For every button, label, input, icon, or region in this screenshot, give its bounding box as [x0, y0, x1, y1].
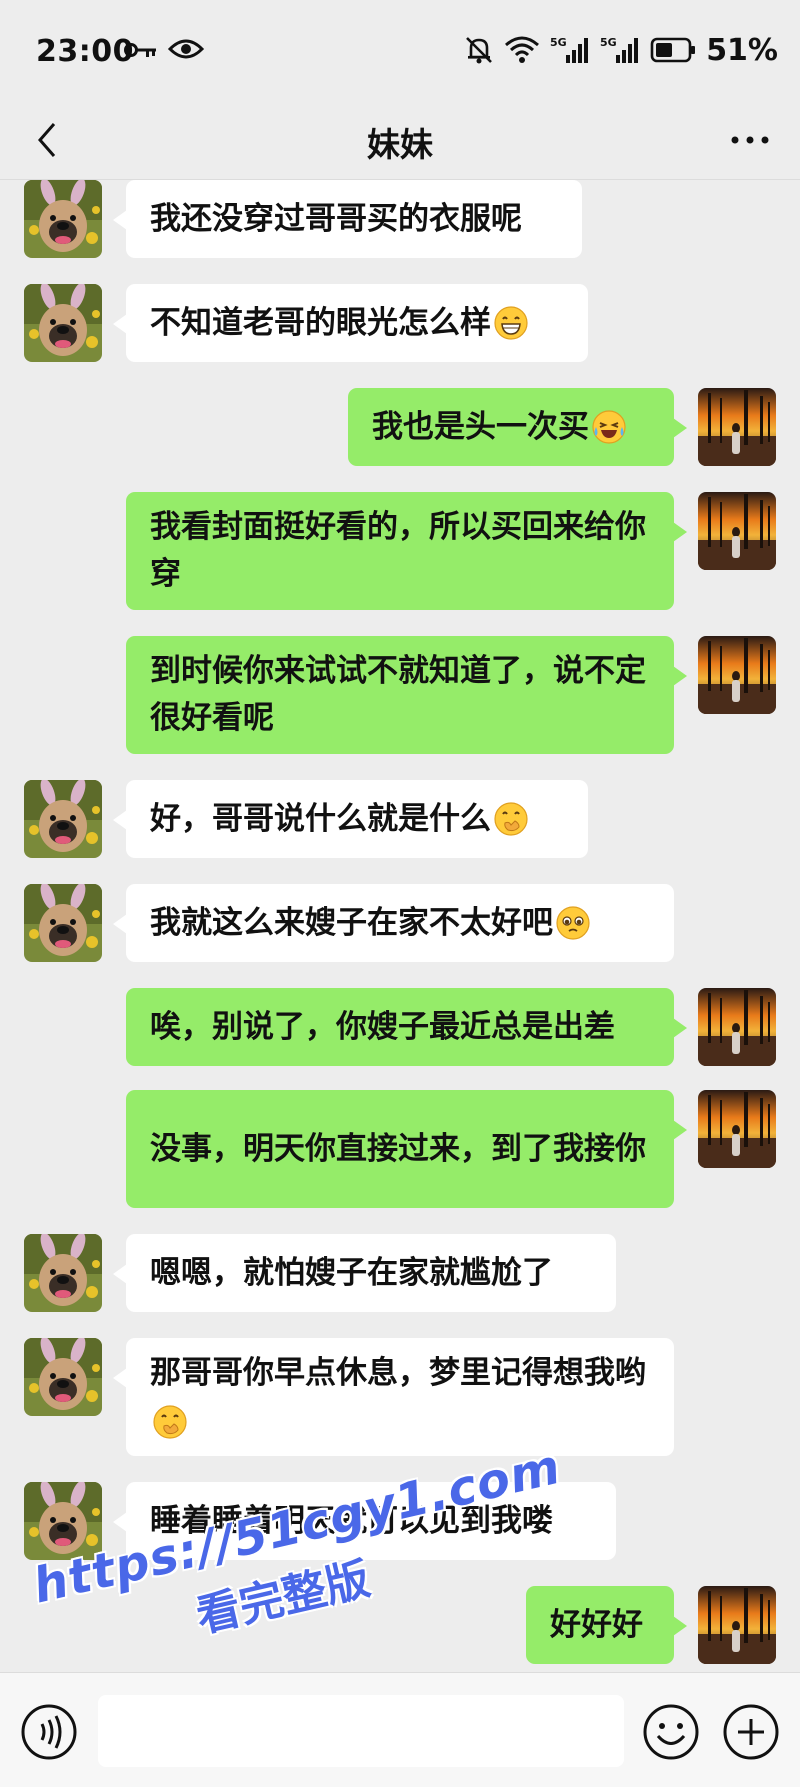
- svg-text:5G: 5G: [550, 36, 567, 49]
- avatar-self[interactable]: [698, 1586, 776, 1664]
- avatar-contact[interactable]: [24, 1482, 102, 1560]
- message-text: 那哥哥你早点休息，梦里记得想我哟: [150, 1355, 646, 1391]
- message-text: 我就这么来嫂子在家不太好吧: [150, 904, 553, 941]
- avatar-self[interactable]: [698, 988, 776, 1066]
- message-text: 好好好: [550, 1606, 643, 1643]
- avatar-contact[interactable]: [24, 284, 102, 362]
- avatar-contact[interactable]: [24, 780, 102, 858]
- avatar-contact[interactable]: [24, 884, 102, 962]
- key-icon: [124, 43, 156, 57]
- avatar-contact[interactable]: [24, 1234, 102, 1312]
- message-bubble[interactable]: 没事，明天你直接过来，到了我接你: [126, 1090, 687, 1208]
- message-bubble[interactable]: 我也是头一次买: [348, 388, 687, 466]
- message-text: 我看封面挺好看的，所以买回来给你穿: [150, 509, 646, 592]
- avatar-contact[interactable]: [24, 180, 102, 258]
- message-bubble[interactable]: 睡着睡着明天就可以见到我喽: [113, 1482, 616, 1560]
- avatar-self[interactable]: [698, 492, 776, 570]
- message-bubble[interactable]: 好，哥哥说什么就是什么: [113, 780, 588, 858]
- message-bubble[interactable]: 我看封面挺好看的，所以买回来给你穿: [126, 492, 687, 610]
- message-bubble[interactable]: 唉，别说了，你嫂子最近总是出差: [126, 988, 687, 1066]
- avatar-self[interactable]: [698, 636, 776, 714]
- message-bubble[interactable]: 那哥哥你早点休息，梦里记得想我哟: [113, 1338, 674, 1456]
- signal-icon-2: 5G: [600, 36, 639, 63]
- mute-bell-icon: [466, 37, 493, 64]
- chat-input-bar: [0, 1672, 800, 1787]
- wifi-icon: [505, 36, 540, 63]
- chat-header: 妹妹: [0, 100, 800, 180]
- message-bubble[interactable]: 好好好: [526, 1586, 687, 1664]
- emoji-picker-icon[interactable]: [642, 1703, 700, 1761]
- message-text: 到时候你来试试不就知道了，说不定很好看呢: [150, 653, 646, 736]
- avatar-self[interactable]: [698, 388, 776, 466]
- battery-icon: [650, 37, 696, 63]
- message-text: 不知道老哥的眼光怎么样: [150, 304, 491, 341]
- message-bubble[interactable]: 不知道老哥的眼光怎么样: [113, 284, 588, 362]
- message-text: 唉，别说了，你嫂子最近总是出差: [150, 1008, 615, 1045]
- status-bar: 23:00 5G 5G 51%: [0, 0, 800, 100]
- message-bubble[interactable]: 嗯嗯，就怕嫂子在家就尴尬了: [113, 1234, 616, 1312]
- svg-text:5G: 5G: [600, 36, 617, 49]
- battery-percent: 51%: [706, 32, 778, 68]
- message-bubble[interactable]: 我还没穿过哥哥买的衣服呢: [113, 180, 582, 258]
- more-dots-icon[interactable]: [728, 120, 772, 160]
- eye-icon: [168, 39, 204, 59]
- avatar-self[interactable]: [698, 1090, 776, 1168]
- status-time: 23:00: [36, 34, 134, 69]
- message-bubble[interactable]: 到时候你来试试不就知道了，说不定很好看呢: [126, 636, 687, 754]
- message-bubble[interactable]: 我就这么来嫂子在家不太好吧: [113, 884, 674, 962]
- plus-icon[interactable]: [722, 1703, 780, 1761]
- laugh-cry-emoji-icon: [591, 409, 627, 445]
- hand-over-mouth-emoji-icon: [493, 801, 529, 837]
- message-text: 睡着睡着明天就可以见到我喽: [150, 1502, 553, 1539]
- message-input[interactable]: [98, 1695, 624, 1767]
- voice-icon[interactable]: [20, 1703, 78, 1761]
- avatar-contact[interactable]: [24, 1338, 102, 1416]
- message-text: 我还没穿过哥哥买的衣服呢: [150, 200, 522, 237]
- signal-icon-1: 5G: [550, 36, 589, 63]
- message-text: 没事，明天你直接过来，到了我接你: [150, 1130, 646, 1167]
- hand-over-mouth-emoji-icon: [152, 1404, 188, 1440]
- message-text: 嗯嗯，就怕嫂子在家就尴尬了: [150, 1254, 553, 1291]
- grinning-emoji-icon: [493, 305, 529, 341]
- pleading-emoji-icon: [555, 905, 591, 941]
- message-text: 好，哥哥说什么就是什么: [150, 800, 491, 837]
- chat-title: 妹妹: [367, 125, 433, 164]
- message-text: 我也是头一次买: [372, 408, 589, 445]
